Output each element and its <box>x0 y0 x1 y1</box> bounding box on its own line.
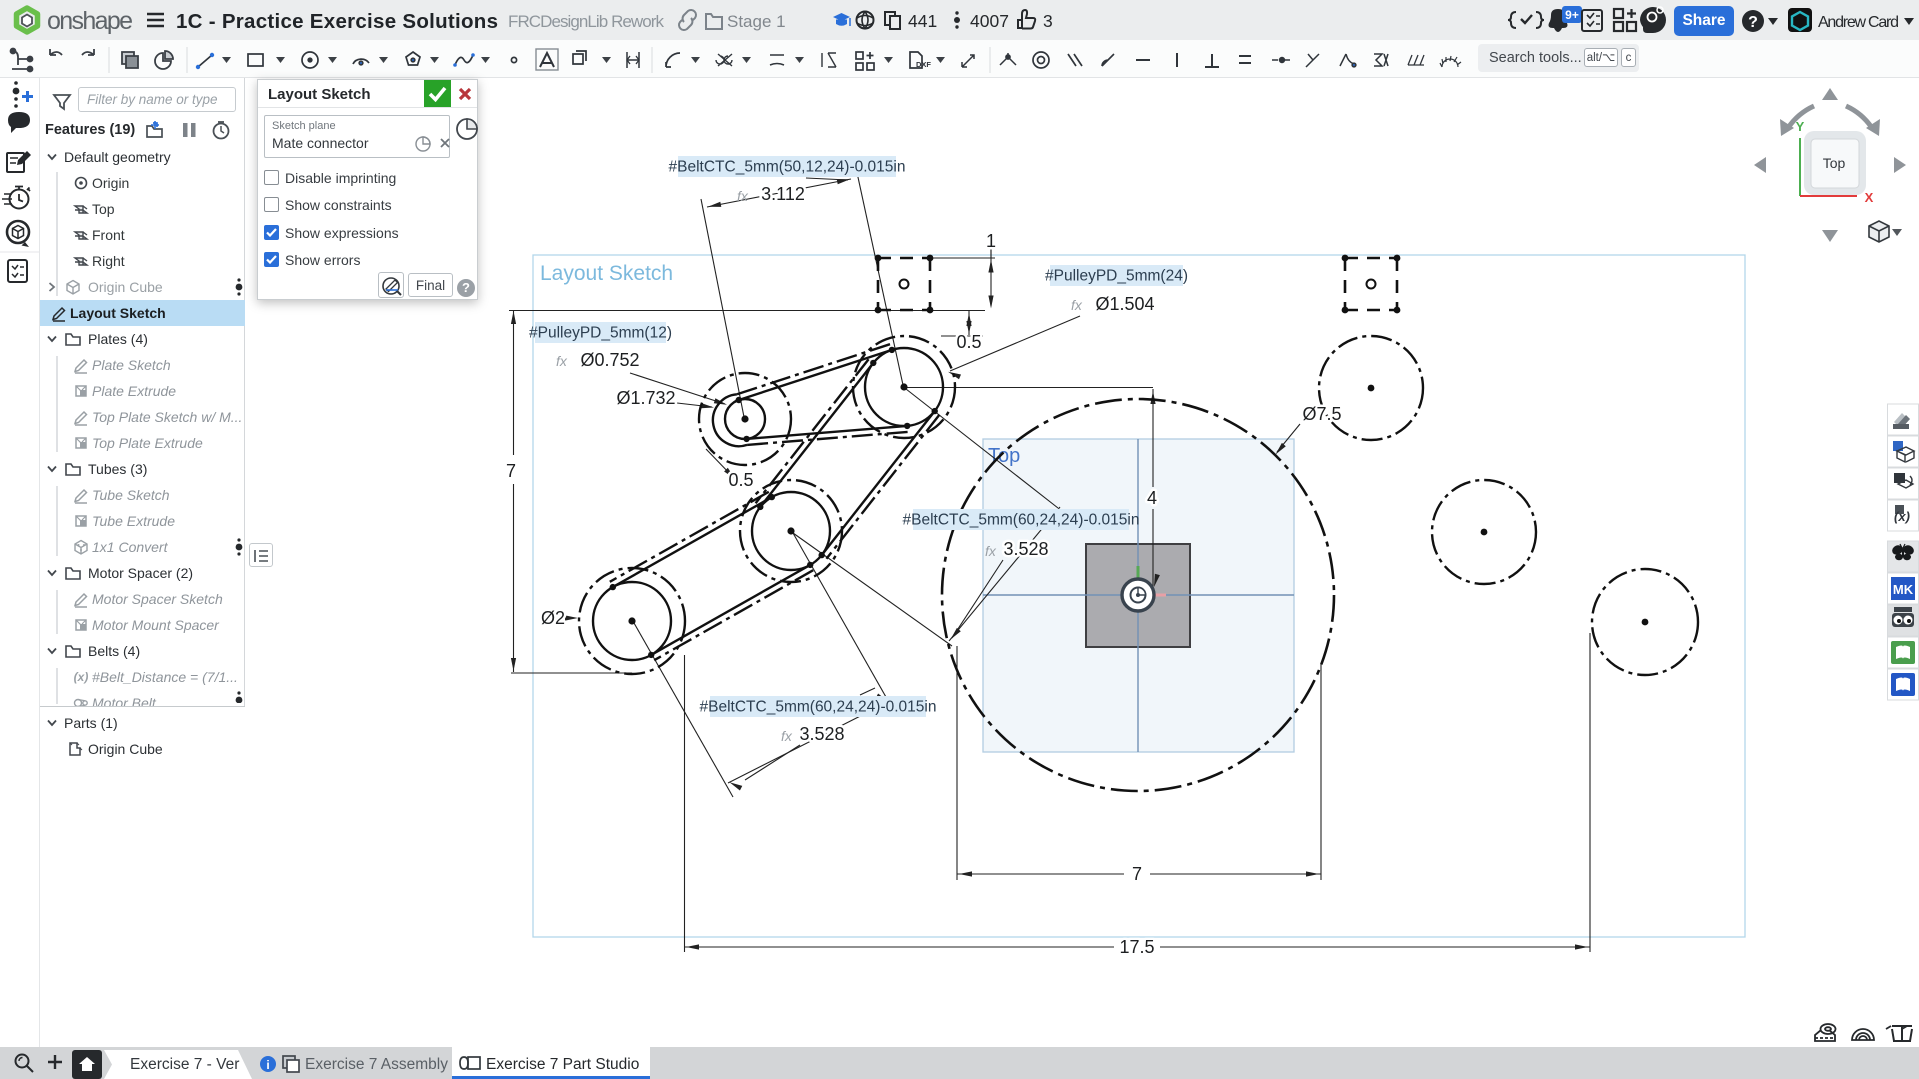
svg-text:Ø7.5: Ø7.5 <box>1302 404 1341 424</box>
svg-text:fx: fx <box>737 188 749 204</box>
svg-text:1: 1 <box>986 231 996 251</box>
svg-text:3.528: 3.528 <box>799 724 844 744</box>
svg-text:#BeltCTC_5mm(60,24,24)-0.015in: #BeltCTC_5mm(60,24,24)-0.015in <box>700 699 937 716</box>
svg-text:Ø1.732: Ø1.732 <box>616 388 675 408</box>
svg-text:fx: fx <box>985 543 997 559</box>
svg-text:Y: Y <box>1796 119 1805 134</box>
svg-text:3.112: 3.112 <box>761 184 805 204</box>
svg-text:fx: fx <box>781 728 793 744</box>
svg-text:(x): (x) <box>1894 509 1910 524</box>
svg-text:i: i <box>266 1058 269 1072</box>
svg-text:Exercise 7 - Ver: Exercise 7 - Ver <box>130 1056 239 1073</box>
svg-text:#PulleyPD_5mm(12): #PulleyPD_5mm(12) <box>529 325 672 342</box>
svg-text:MK: MK <box>1893 582 1914 597</box>
svg-text:Exercise 7 Assembly: Exercise 7 Assembly <box>305 1056 448 1073</box>
svg-text:4: 4 <box>1147 488 1157 508</box>
svg-text:7: 7 <box>1132 864 1142 884</box>
svg-text:Layout Sketch: Layout Sketch <box>540 262 673 285</box>
svg-text:fx: fx <box>1071 297 1083 313</box>
svg-text:#PulleyPD_5mm(24): #PulleyPD_5mm(24) <box>1045 268 1188 285</box>
svg-text:X: X <box>1865 190 1874 205</box>
svg-text:Top: Top <box>1823 155 1846 171</box>
svg-text:Ø0.752: Ø0.752 <box>580 350 639 370</box>
svg-text:Ø2: Ø2 <box>541 608 565 628</box>
svg-text:Exercise 7 Part Studio: Exercise 7 Part Studio <box>486 1056 639 1073</box>
svg-text:fx: fx <box>556 353 568 369</box>
svg-text:#BeltCTC_5mm(60,24,24)-0.015in: #BeltCTC_5mm(60,24,24)-0.015in <box>903 512 1140 529</box>
svg-text:0.5: 0.5 <box>728 470 753 490</box>
svg-text:0.5: 0.5 <box>956 332 981 352</box>
svg-text:3.528: 3.528 <box>1003 539 1048 559</box>
svg-text:17.5: 17.5 <box>1119 937 1154 957</box>
svg-text:Ø1.504: Ø1.504 <box>1095 294 1154 314</box>
svg-text:#BeltCTC_5mm(50,12,24)-0.015in: #BeltCTC_5mm(50,12,24)-0.015in <box>669 159 906 176</box>
svg-text:7: 7 <box>506 461 516 481</box>
